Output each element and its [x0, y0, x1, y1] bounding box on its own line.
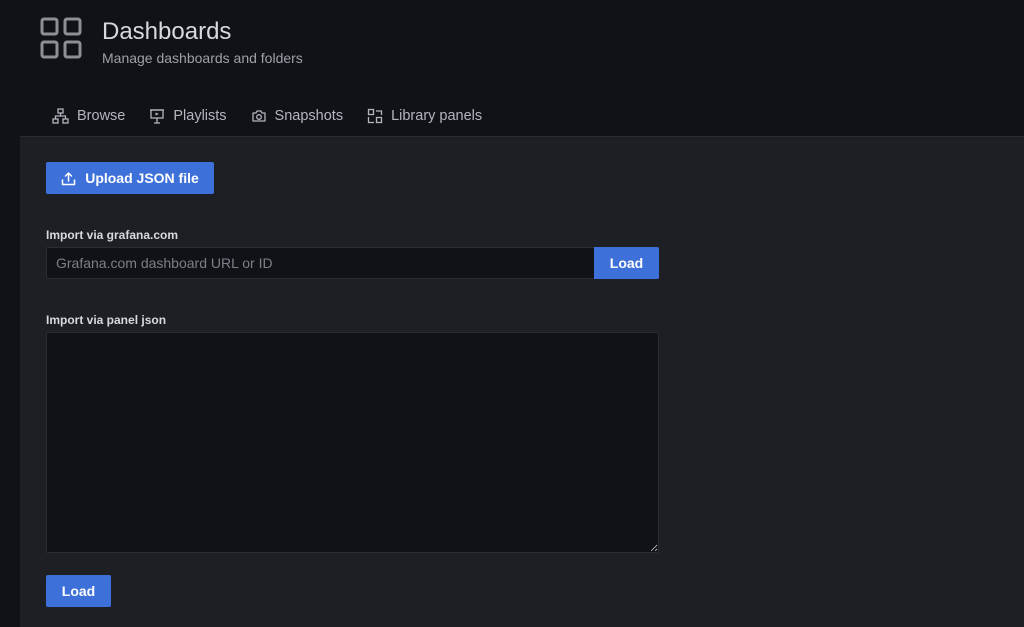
load-json-button[interactable]: Load	[46, 575, 111, 607]
panel-json-label: Import via panel json	[46, 313, 167, 327]
tab-browse[interactable]: Browse	[40, 98, 137, 134]
camera-icon	[251, 110, 266, 122]
presentation-icon	[150, 109, 165, 124]
import-panel: Upload JSON file Import via grafana.com …	[20, 136, 1024, 627]
upload-json-label: Upload JSON file	[85, 170, 199, 186]
load-url-button[interactable]: Load	[594, 247, 659, 279]
page-header: Dashboards Manage dashboards and folders…	[0, 0, 1024, 136]
page-subtitle: Manage dashboards and folders	[102, 50, 303, 66]
tab-snapshots[interactable]: Snapshots	[239, 98, 356, 134]
tab-label: Snapshots	[274, 108, 344, 124]
tab-label: Library panels	[391, 108, 483, 124]
library-panel-icon	[367, 108, 383, 124]
tab-label: Browse	[77, 108, 126, 124]
grafana-url-input[interactable]	[46, 247, 594, 279]
upload-icon	[61, 171, 76, 185]
apps-grid-icon	[40, 17, 82, 59]
tab-library-panels[interactable]: Library panels	[355, 98, 494, 134]
upload-json-button[interactable]: Upload JSON file	[46, 162, 214, 194]
tab-bar: Browse Playlists Snapshots Library panel…	[40, 98, 494, 136]
tab-playlists[interactable]: Playlists	[137, 98, 238, 134]
grafana-import-label: Import via grafana.com	[46, 228, 179, 242]
tab-label: Playlists	[173, 108, 227, 124]
page-title: Dashboards	[102, 18, 232, 45]
sitemap-icon	[52, 108, 69, 124]
panel-json-textarea[interactable]	[46, 332, 659, 553]
